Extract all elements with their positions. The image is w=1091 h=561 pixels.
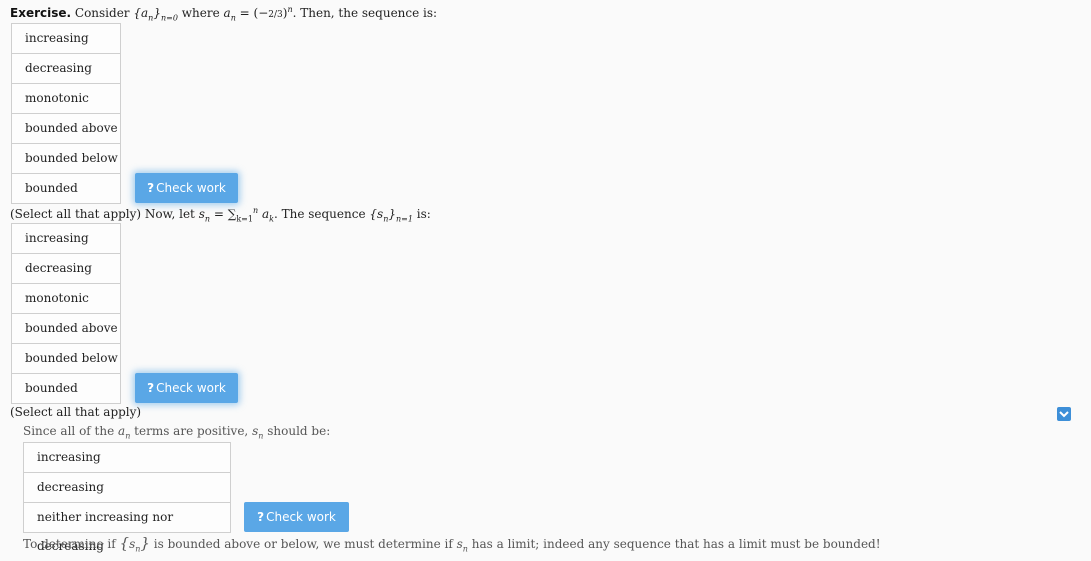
q2-check-work-button[interactable]: ? Check work — [135, 373, 238, 403]
q2-option-bounded[interactable]: bounded — [11, 373, 121, 404]
chevron-down-icon[interactable] — [1057, 407, 1071, 421]
q1-check-work-button[interactable]: ? Check work — [135, 173, 238, 203]
q2-option-bounded-below[interactable]: bounded below — [11, 343, 121, 374]
q2-option-decreasing[interactable]: decreasing — [11, 253, 121, 284]
hint1-prompt: Since all of the an terms are positive, … — [23, 424, 331, 441]
sequence-a: {an}n=0 — [133, 6, 178, 23]
hint1-option-decreasing[interactable]: decreasing — [23, 472, 231, 503]
hint2-text: To determine if {sn} is bounded above or… — [23, 534, 881, 554]
q2-option-bounded-above[interactable]: bounded above — [11, 313, 121, 344]
question-mark-icon: ? — [147, 181, 155, 195]
select-all-note: (Select all that apply) — [10, 405, 142, 419]
exercise-label: Exercise. — [10, 6, 72, 20]
q1-option-monotonic[interactable]: monotonic — [11, 83, 121, 114]
q1-option-decreasing[interactable]: decreasing — [11, 53, 121, 84]
question-mark-icon: ? — [257, 510, 265, 524]
hint1-option-neither[interactable]: neither increasing nor decreasing — [23, 502, 231, 553]
q1-option-bounded-below[interactable]: bounded below — [11, 143, 121, 174]
exercise-prompt: Exercise. Consider {an}n=0 where an = (−… — [10, 5, 438, 23]
q2-prompt: (Select all that apply) Now, let sn = ∑k… — [10, 206, 431, 224]
hint1-option-increasing[interactable]: increasing — [23, 442, 231, 473]
q2-option-increasing[interactable]: increasing — [11, 223, 121, 254]
question-mark-icon: ? — [147, 381, 155, 395]
q1-option-bounded-above[interactable]: bounded above — [11, 113, 121, 144]
q1-option-bounded[interactable]: bounded — [11, 173, 121, 204]
q2-option-monotonic[interactable]: monotonic — [11, 283, 121, 314]
sequence-s: {sn}n=1 — [369, 207, 413, 224]
hint1-check-work-button[interactable]: ? Check work — [244, 502, 349, 532]
q1-option-increasing[interactable]: increasing — [11, 23, 121, 54]
